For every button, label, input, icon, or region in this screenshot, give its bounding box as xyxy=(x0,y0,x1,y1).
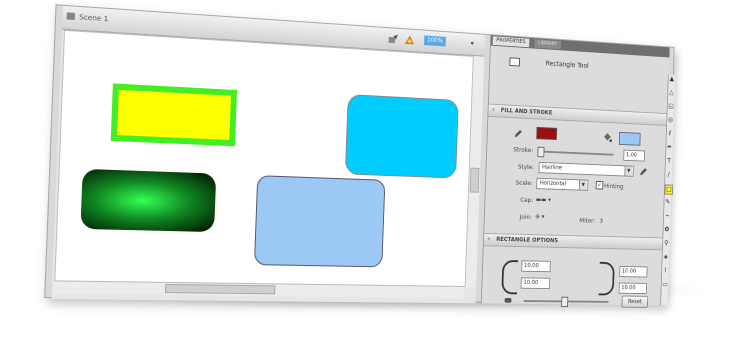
screenshot-scene: Scene 1 100% ▾ PROPERTIES LIBRARY Rectan… xyxy=(44,4,676,308)
hinting-label: Hinting xyxy=(603,182,624,191)
eyedropper-tool-icon[interactable]: ⌇ xyxy=(662,267,669,275)
light-blue-rounded-rectangle[interactable] xyxy=(253,175,386,268)
style-value: Hairline xyxy=(541,163,562,172)
bottom-left-radius-field[interactable]: 10.00 xyxy=(520,277,551,290)
tab-library[interactable]: LIBRARY xyxy=(534,39,561,50)
bone-tool-icon[interactable]: ⚲ xyxy=(663,239,670,247)
cap-select[interactable]: ▬▬ ▾ xyxy=(536,196,551,204)
panel-tabs: PROPERTIES LIBRARY xyxy=(490,35,670,58)
zoom-field[interactable]: 100% xyxy=(424,35,446,47)
join-select[interactable]: ⊕ ▾ xyxy=(535,213,545,221)
corner-top-left-icon xyxy=(501,259,519,278)
scale-value: Horizontal xyxy=(539,179,567,188)
scene-icon xyxy=(66,12,76,21)
top-right-radius-field[interactable]: 10.00 xyxy=(619,265,648,278)
tab-properties[interactable]: PROPERTIES xyxy=(492,36,530,48)
style-select[interactable]: Hairline ▼ xyxy=(538,161,634,177)
rectangle-tool-icon[interactable]: □ xyxy=(664,184,674,195)
deco-tool-icon[interactable]: ✿ xyxy=(663,226,670,234)
hinting-checkbox[interactable]: ✓ xyxy=(595,180,604,190)
paint-bucket-tool-icon[interactable]: ◈ xyxy=(662,253,669,261)
vertical-scroll-thumb[interactable] xyxy=(469,167,480,193)
paint-bucket-icon xyxy=(603,132,612,143)
selection-tool-icon[interactable]: ▲ xyxy=(668,75,675,84)
horizontal-scroll-thumb[interactable] xyxy=(164,283,276,295)
edit-stroke-style-icon[interactable] xyxy=(639,167,648,177)
corner-top-right-icon xyxy=(599,261,615,279)
bottom-right-radius-field[interactable]: 10.00 xyxy=(618,282,648,295)
subselection-tool-icon[interactable]: △ xyxy=(668,89,675,98)
3d-rotation-tool-icon[interactable]: ◎ xyxy=(667,116,674,125)
miter-label: Miter: xyxy=(579,216,596,225)
cyan-rounded-rectangle[interactable] xyxy=(344,94,459,179)
zoom-dropdown-icon[interactable]: ▾ xyxy=(470,40,473,48)
scale-select[interactable]: Horizontal ▼ xyxy=(536,177,589,191)
chevron-down-icon[interactable]: ▼ xyxy=(578,180,587,190)
section-title: FILL AND STROKE xyxy=(500,107,553,117)
stroke-slider-thumb[interactable] xyxy=(537,146,545,158)
corner-bottom-right-icon xyxy=(598,278,615,296)
stage-panel: Scene 1 100% ▾ xyxy=(51,5,486,304)
rectangle-tool-icon xyxy=(509,57,521,67)
rectangle-options-header[interactable]: ▿ RECTANGLE OPTIONS xyxy=(483,232,664,251)
brush-tool-icon[interactable]: ⌁ xyxy=(664,212,671,220)
collapse-icon[interactable]: ▿ xyxy=(492,107,495,114)
green-gradient-rounded-rectangle[interactable] xyxy=(80,168,217,233)
edit-symbol-icon[interactable] xyxy=(404,34,415,46)
style-label: Style: xyxy=(517,162,535,172)
yellow-rectangle[interactable] xyxy=(110,83,238,147)
scale-label: Scale: xyxy=(515,178,533,188)
tool-name: Rectangle Tool xyxy=(545,59,589,70)
stroke-label: Stroke: xyxy=(513,145,534,155)
pencil-icon xyxy=(514,129,522,138)
section-title: RECTANGLE OPTIONS xyxy=(496,236,559,245)
line-tool-icon[interactable]: / xyxy=(665,171,672,179)
pen-tool-icon[interactable]: ✒ xyxy=(666,143,673,152)
cap-label: Cap: xyxy=(520,196,534,204)
stroke-value-field[interactable]: 1.00 xyxy=(623,149,645,162)
top-left-radius-field[interactable]: 10.00 xyxy=(521,260,551,273)
properties-panel: PROPERTIES LIBRARY Rectangle Tool ▿ FILL… xyxy=(480,35,670,308)
pencil-tool-icon[interactable]: ✎ xyxy=(664,198,671,206)
collapse-icon[interactable]: ▿ xyxy=(487,236,490,243)
join-label: Join: xyxy=(519,213,532,221)
fill-and-stroke-header[interactable]: ▿ FILL AND STROKE xyxy=(488,103,668,126)
miter-value[interactable]: 3 xyxy=(599,217,603,225)
edit-scene-icon[interactable] xyxy=(388,33,399,45)
scene-title: Scene 1 xyxy=(79,13,109,24)
reset-button[interactable]: Reset xyxy=(621,295,649,308)
eraser-tool-icon[interactable]: ▭ xyxy=(661,280,668,288)
lock-icon[interactable] xyxy=(504,297,512,303)
chevron-down-icon[interactable]: ▼ xyxy=(624,166,633,176)
flash-window: Scene 1 100% ▾ PROPERTIES LIBRARY Rectan… xyxy=(44,4,676,308)
stroke-slider-track[interactable] xyxy=(537,150,614,156)
lasso-tool-icon[interactable]: ℓ xyxy=(667,130,674,139)
corner-bottom-left-icon xyxy=(501,277,518,295)
stage-canvas[interactable] xyxy=(54,29,474,287)
radius-slider-thumb[interactable] xyxy=(561,296,569,308)
fill-color-swatch[interactable] xyxy=(618,131,641,146)
text-tool-icon[interactable]: T xyxy=(666,157,673,165)
stroke-color-swatch[interactable] xyxy=(536,126,558,141)
free-transform-tool-icon[interactable]: ◱ xyxy=(668,102,675,111)
